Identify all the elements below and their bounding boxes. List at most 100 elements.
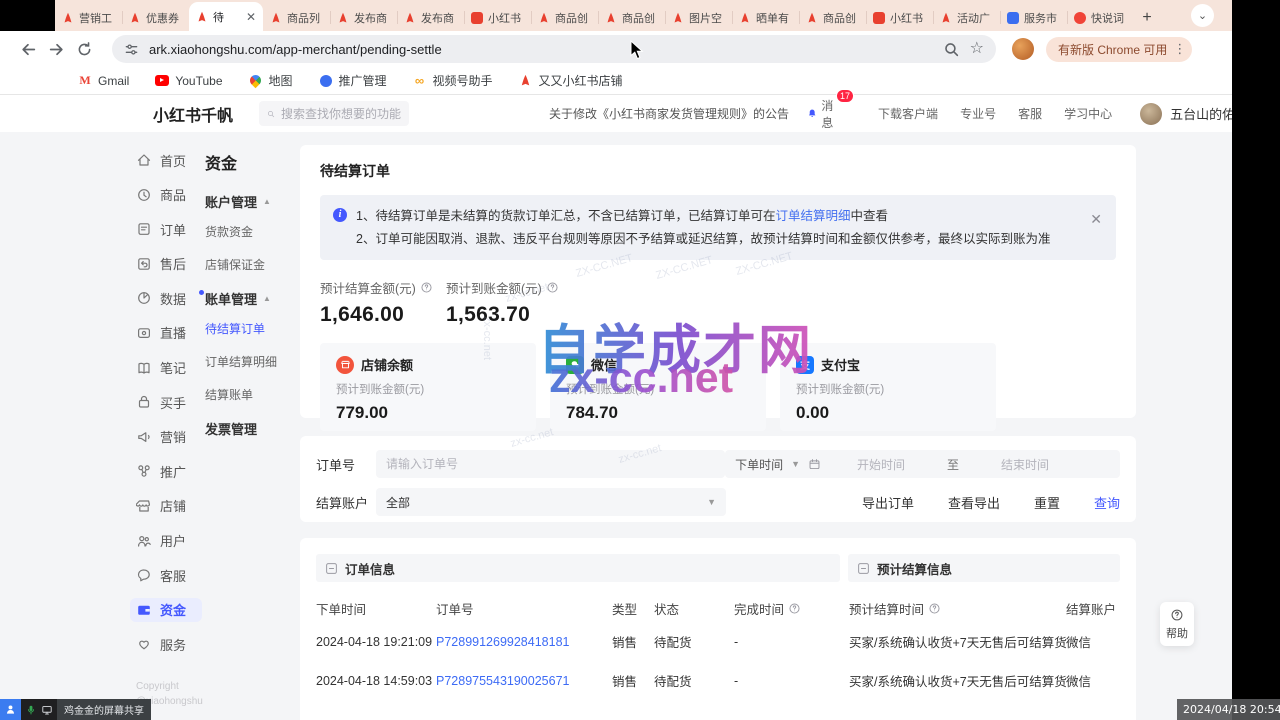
submenu-group-invoice[interactable]: 发票管理 xyxy=(205,419,295,438)
announcement-link[interactable]: 关于修改《小红书商家发货管理规则》的公告 xyxy=(549,105,789,122)
question-icon[interactable] xyxy=(420,281,433,294)
export-orders-button[interactable]: 导出订单 xyxy=(862,493,914,512)
view-export-button[interactable]: 查看导出 xyxy=(948,493,1000,512)
submenu-item-payment-funds[interactable]: 货款资金 xyxy=(205,223,295,240)
submenu-item-pending-settle[interactable]: 待结算订单 xyxy=(205,320,295,337)
bookmark-star-icon[interactable]: ☆ xyxy=(970,41,984,57)
tab-8[interactable]: 商品创 xyxy=(598,4,665,31)
sidebar-item-live[interactable]: 直播 xyxy=(130,321,202,345)
sidebar-item-goods[interactable]: 商品 xyxy=(130,183,202,207)
nav-professional-account[interactable]: 专业号 xyxy=(960,105,996,122)
help-float-button[interactable]: 帮助 xyxy=(1160,602,1194,646)
order-id-link[interactable]: P728991269928418181 xyxy=(436,635,612,649)
tab-7[interactable]: 商品创 xyxy=(531,4,598,31)
tab-6[interactable]: 小红书 xyxy=(464,4,531,31)
order-no-input[interactable] xyxy=(376,450,725,478)
address-bar[interactable]: ark.xiaohongshu.com/app-merchant/pending… xyxy=(112,35,996,63)
update-label: 有新版 Chrome 可用 xyxy=(1058,41,1167,58)
end-time-input[interactable]: 结束时间 xyxy=(1001,456,1049,473)
tab-2-active[interactable]: 待✕ xyxy=(189,2,263,31)
reset-button[interactable]: 重置 xyxy=(1034,493,1060,512)
sidebar-item-users[interactable]: 用户 xyxy=(130,529,202,553)
messages-item[interactable]: 消息 17 xyxy=(807,97,838,131)
menu-kebab-icon[interactable]: ⋮ xyxy=(1173,41,1186,57)
tab-search-chevron-icon[interactable]: ⌄ xyxy=(1191,4,1214,27)
sidebar-item-home[interactable]: 首页 xyxy=(130,148,202,172)
submenu-item-deposit[interactable]: 店铺保证金 xyxy=(205,256,295,273)
site-controls-icon[interactable] xyxy=(124,42,139,57)
chrome-update-button[interactable]: 有新版 Chrome 可用 ⋮ xyxy=(1046,37,1192,62)
bookmark-promotion[interactable]: 推广管理 xyxy=(319,72,387,89)
close-icon[interactable]: ✕ xyxy=(1090,207,1102,232)
collapse-icon[interactable] xyxy=(325,562,338,575)
tab-14[interactable]: 服务市 xyxy=(1000,4,1067,31)
bookmark-youtube[interactable]: YouTube xyxy=(155,74,222,88)
tab-4[interactable]: 发布商 xyxy=(330,4,397,31)
start-time-input[interactable]: 开始时间 xyxy=(857,456,905,473)
bookmark-xhs-shop[interactable]: 又又小红书店铺 xyxy=(519,72,623,89)
sidebar-item-service[interactable]: 客服 xyxy=(130,563,202,587)
submenu-group-account[interactable]: 账户管理▲ xyxy=(205,192,295,211)
group-label: 账单管理 xyxy=(205,289,257,308)
aftersale-icon xyxy=(136,256,152,272)
question-icon[interactable] xyxy=(928,602,941,615)
new-tab-button[interactable]: + xyxy=(1134,4,1160,31)
settle-account: 微信 xyxy=(1066,632,1120,651)
tab-12[interactable]: 小红书 xyxy=(866,4,933,31)
sidebar-item-services[interactable]: 服务 xyxy=(130,632,202,656)
tab-0[interactable]: 营销工 xyxy=(55,4,122,31)
date-range-picker[interactable]: 下单时间 ▼ 开始时间 至 结束时间 xyxy=(725,450,1120,478)
sidebar-item-shop[interactable]: 店铺 xyxy=(130,494,202,518)
query-button[interactable]: 查询 xyxy=(1094,493,1120,512)
sidebar-item-aftersale[interactable]: 售后 xyxy=(130,252,202,276)
nav-download-client[interactable]: 下载客户端 xyxy=(878,105,938,122)
sidebar-item-data[interactable]: 数据 xyxy=(130,286,202,310)
sidebar-item-buyer[interactable]: 买手 xyxy=(130,390,202,414)
question-icon[interactable] xyxy=(788,602,801,615)
sidebar-item-marketing[interactable]: 营销 xyxy=(130,425,202,449)
wechat-icon xyxy=(566,356,584,374)
profile-avatar[interactable] xyxy=(1012,38,1034,60)
tab-label: 发布商 xyxy=(421,10,457,26)
store-account[interactable]: 五台山的佑佑的店 ▼ xyxy=(1140,103,1232,125)
bookmark-channels-helper[interactable]: ∞视频号助手 xyxy=(413,72,493,89)
order-id-link[interactable]: P728975543190025671 xyxy=(436,674,612,688)
forward-button[interactable] xyxy=(42,35,70,63)
nav-customer-service[interactable]: 客服 xyxy=(1018,105,1042,122)
header-search-input[interactable]: 搜索查找你想要的功能 xyxy=(259,101,409,126)
bookmark-gmail[interactable]: MGmail xyxy=(78,74,129,88)
tab-3[interactable]: 商品列 xyxy=(263,4,330,31)
close-tab-icon[interactable]: ✕ xyxy=(246,11,256,23)
tab-5[interactable]: 发布商 xyxy=(397,4,464,31)
settle-account-select[interactable]: 全部 ▼ xyxy=(376,488,726,516)
sidebar-item-notes[interactable]: 笔记 xyxy=(130,356,202,380)
back-button[interactable] xyxy=(14,35,42,63)
tab-10[interactable]: 晒单有 xyxy=(732,4,799,31)
bookmark-maps[interactable]: 地图 xyxy=(249,72,293,89)
question-icon[interactable] xyxy=(546,281,559,294)
submenu-item-settle-bill[interactable]: 结算账单 xyxy=(205,386,295,403)
search-icon[interactable] xyxy=(943,41,960,58)
notice-banner: i 1、待结算订单是未结算的货款订单汇总，不含已结算订单，已结算订单可在订单结算… xyxy=(320,195,1116,260)
tab-1[interactable]: 优惠券 xyxy=(122,4,189,31)
reload-button[interactable] xyxy=(70,35,98,63)
settle-detail-link[interactable]: 订单结算明细 xyxy=(775,209,850,223)
sidebar-item-orders[interactable]: 订单 xyxy=(130,217,202,241)
tab-label: 快说词 xyxy=(1091,10,1127,26)
sail-icon xyxy=(672,12,684,24)
done-time: - xyxy=(734,635,849,649)
submenu-item-settle-detail[interactable]: 订单结算明细 xyxy=(205,353,295,370)
col-type: 类型 xyxy=(612,599,654,618)
submenu-group-bills[interactable]: 账单管理▲ xyxy=(205,289,295,308)
tab-15[interactable]: 快说词 xyxy=(1067,4,1134,31)
nav-learning-center[interactable]: 学习中心 xyxy=(1064,105,1112,122)
tab-9[interactable]: 图片空 xyxy=(665,4,732,31)
time-type-select[interactable]: 下单时间 xyxy=(735,456,783,473)
share-icons xyxy=(21,699,57,720)
sidebar-item-promotion[interactable]: 推广 xyxy=(130,459,202,483)
collapse-icon[interactable] xyxy=(857,562,870,575)
url-text[interactable]: ark.xiaohongshu.com/app-merchant/pending… xyxy=(149,42,931,57)
tab-11[interactable]: 商品创 xyxy=(799,4,866,31)
tab-13[interactable]: 活动广 xyxy=(933,4,1000,31)
sidebar-item-funds[interactable]: 资金 xyxy=(130,598,202,622)
